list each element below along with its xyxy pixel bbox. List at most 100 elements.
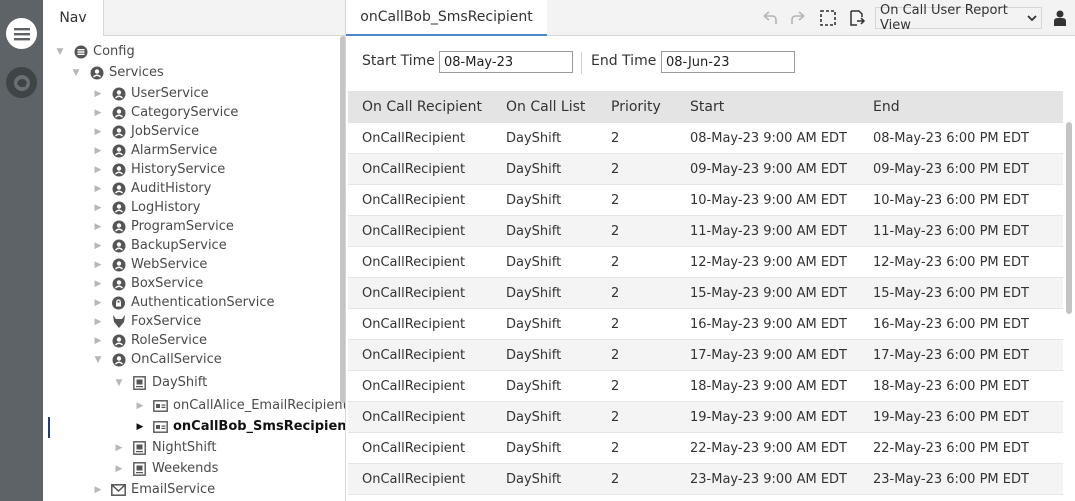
cell-start: 08-May-23 9:00 AM EDT [690, 130, 847, 146]
expand-closed-icon[interactable]: ▶ [91, 241, 105, 251]
expand-closed-icon[interactable]: ▶ [112, 443, 126, 453]
tree-node-nightshift[interactable]: ▶ NightShift [112, 438, 217, 457]
table-row[interactable]: OnCallRecipient DayShift 2 18-May-23 9:00 A… [348, 371, 1063, 402]
expand-closed-icon[interactable]: ▶ [91, 298, 105, 308]
expand-closed-icon[interactable]: ▶ [91, 89, 105, 99]
expand-closed-icon[interactable]: ▶ [91, 222, 105, 232]
cell-priority: 2 [611, 347, 620, 363]
tree-node-webservice[interactable]: ▶ WebService [91, 255, 208, 274]
cell-recipient: OnCallRecipient [362, 192, 466, 208]
tree-node-categoryservice[interactable]: ▶ CategoryService [91, 103, 239, 122]
table-row[interactable]: OnCallRecipient DayShift 2 09-May-23 9:00 A… [348, 154, 1063, 185]
start-time-label: Start Time [362, 53, 435, 69]
recipient-icon [153, 398, 168, 413]
table-row[interactable]: OnCallRecipient DayShift 2 22-May-23 9:00 A… [348, 433, 1063, 464]
cell-end: 23-May-23 6:00 PM EDT [873, 471, 1029, 487]
expand-closed-icon[interactable]: ▶ [91, 485, 105, 495]
lock-icon [111, 295, 126, 310]
table-row[interactable]: OnCallRecipient DayShift 2 11-May-23 9:00 A… [348, 216, 1063, 247]
tree-node-roleservice[interactable]: ▶ RoleService [91, 331, 208, 350]
cell-end: 22-May-23 6:00 PM EDT [873, 440, 1029, 456]
expand-open-icon[interactable]: ▼ [69, 68, 83, 78]
cell-start: 23-May-23 9:00 AM EDT [690, 471, 847, 487]
table-row[interactable]: OnCallRecipient DayShift 2 10-May-23 9:00 A… [348, 185, 1063, 216]
column-header-start[interactable]: Start [690, 91, 724, 123]
filter-divider [581, 52, 582, 74]
expand-closed-icon[interactable]: ▶ [91, 279, 105, 289]
tree-node-backupservice[interactable]: ▶ BackupService [91, 236, 227, 255]
tab-nav[interactable]: Nav [43, 0, 104, 36]
column-header-priority[interactable]: Priority [611, 91, 661, 123]
app-rail [0, 0, 43, 501]
cell-priority: 2 [611, 192, 620, 208]
export-icon[interactable] [847, 8, 867, 28]
tree-node-authenticationservice[interactable]: ▶ AuthenticationService [91, 293, 275, 312]
tree-node-config[interactable]: ▼ Config [53, 42, 135, 61]
cell-end: 17-May-23 6:00 PM EDT [873, 347, 1029, 363]
column-header-recipient[interactable]: On Call Recipient [362, 91, 482, 123]
tree-node-alarmservice[interactable]: ▶ AlarmService [91, 141, 218, 160]
home-icon[interactable] [6, 67, 37, 98]
expand-closed-icon[interactable]: ▶ [91, 146, 105, 156]
tree-node-boxservice[interactable]: ▶ BoxService [91, 274, 204, 293]
table-row[interactable]: OnCallRecipient DayShift 2 08-May-23 9:00 A… [348, 123, 1063, 154]
table-row[interactable]: OnCallRecipient DayShift 2 17-May-23 9:00 A… [348, 340, 1063, 371]
expand-open-icon[interactable]: ▼ [112, 378, 126, 388]
tree-node-oncallalice-emailrecipient[interactable]: ▶ onCallAlice_EmailRecipient [133, 396, 345, 415]
start-time-input[interactable] [439, 51, 573, 73]
expand-closed-icon[interactable]: ▶ [112, 464, 126, 474]
expand-open-icon[interactable]: ▼ [91, 355, 105, 365]
table-row[interactable]: OnCallRecipient DayShift 2 19-May-23 9:00 A… [348, 402, 1063, 433]
column-header-list[interactable]: On Call List [506, 91, 585, 123]
undo-icon[interactable] [760, 8, 780, 28]
category-icon [111, 105, 126, 120]
tree-node-historyservice[interactable]: ▶ HistoryService [91, 160, 226, 179]
cell-list: DayShift [506, 471, 562, 487]
tree-node-label: FoxService [131, 314, 202, 329]
expand-closed-icon[interactable]: ▶ [91, 317, 105, 327]
tree-node-services[interactable]: ▼ Services [69, 63, 164, 82]
marquee-select-icon[interactable] [818, 8, 838, 28]
redo-icon[interactable] [788, 8, 808, 28]
table-row[interactable]: OnCallRecipient DayShift 2 15-May-23 9:00 A… [348, 278, 1063, 309]
expand-closed-icon[interactable]: ▶ [91, 184, 105, 194]
tree-node-loghistory[interactable]: ▶ LogHistory [91, 198, 201, 217]
expand-closed-icon[interactable]: ▶ [91, 108, 105, 118]
report-table: On Call Recipient On Call List Priority … [348, 91, 1063, 495]
expand-closed-icon[interactable]: ▶ [91, 127, 105, 137]
table-row[interactable]: OnCallRecipient DayShift 2 16-May-23 9:00 A… [348, 309, 1063, 340]
table-row[interactable]: OnCallRecipient DayShift 2 12-May-23 9:00 A… [348, 247, 1063, 278]
tree-node-oncallbob-smsrecipient[interactable]: ▶ onCallBob_SmsRecipient [133, 417, 345, 436]
tab-oncallbob-smsrecipient[interactable]: onCallBob_SmsRecipient [346, 0, 547, 36]
expand-open-icon[interactable]: ▼ [53, 47, 67, 57]
expand-closed-icon[interactable]: ▶ [91, 336, 105, 346]
expand-closed-icon[interactable]: ▶ [91, 260, 105, 270]
cell-recipient: OnCallRecipient [362, 316, 466, 332]
cell-start: 09-May-23 9:00 AM EDT [690, 161, 847, 177]
table-scrollbar[interactable] [1066, 122, 1072, 314]
tree-node-programservice[interactable]: ▶ ProgramService [91, 217, 234, 236]
tree-node-foxservice[interactable]: ▶ FoxService [91, 312, 202, 331]
hamburger-icon[interactable] [6, 18, 37, 49]
fox-icon [111, 314, 126, 329]
expand-closed-icon[interactable]: ▶ [133, 401, 147, 411]
end-time-input[interactable] [661, 51, 795, 73]
view-selector[interactable]: On Call User Report View [875, 3, 1042, 33]
tree-node-dayshift[interactable]: ▼ DayShift [112, 373, 208, 392]
user-icon[interactable] [1050, 8, 1070, 28]
cell-start: 16-May-23 9:00 AM EDT [690, 316, 847, 332]
expand-closed-icon[interactable]: ▶ [91, 165, 105, 175]
tree-node-userservice[interactable]: ▶ UserService [91, 84, 209, 103]
tree-node-jobservice[interactable]: ▶ JobService [91, 122, 200, 141]
expand-closed-icon[interactable]: ▶ [133, 422, 147, 432]
tree-node-audithistory[interactable]: ▶ AuditHistory [91, 179, 212, 198]
column-header-end[interactable]: End [873, 91, 900, 123]
tree-node-weekends[interactable]: ▶ Weekends [112, 459, 219, 478]
cell-priority: 2 [611, 223, 620, 239]
tree-node-emailservice[interactable]: ▶ EmailService [91, 480, 216, 499]
cell-start: 10-May-23 9:00 AM EDT [690, 192, 847, 208]
table-row[interactable]: OnCallRecipient DayShift 2 23-May-23 9:00 A… [348, 464, 1063, 495]
tree-node-oncallservice[interactable]: ▼ OnCallService [91, 350, 222, 369]
expand-closed-icon[interactable]: ▶ [91, 203, 105, 213]
chevron-down-icon [1027, 11, 1037, 26]
